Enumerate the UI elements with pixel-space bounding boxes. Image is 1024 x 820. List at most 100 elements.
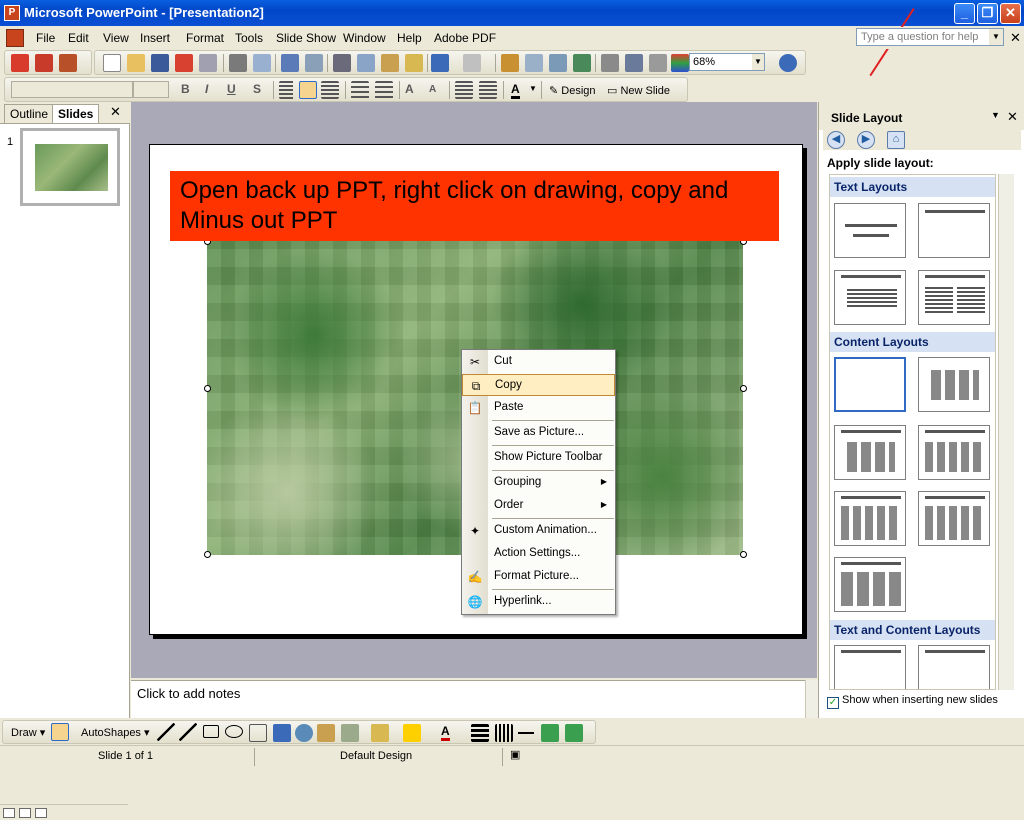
diagram-icon[interactable] [295,724,313,742]
print-preview-icon[interactable] [253,54,271,72]
close-icon[interactable]: ✕ [110,104,121,120]
layout-title-content-over-content[interactable] [834,491,906,546]
menu-item-grouping[interactable]: Grouping ▶ [462,472,615,494]
menu-edit[interactable]: Edit [68,31,89,45]
layout-title-two-content[interactable] [918,425,990,480]
menu-item-hyperlink[interactable]: 🌐 Hyperlink... [462,591,615,613]
bold-icon[interactable]: B [181,82,190,96]
redo-icon[interactable] [463,54,481,72]
resize-handle-mr[interactable] [740,385,747,392]
slide-title-box[interactable]: Open back up PPT, right click on drawing… [170,171,779,241]
new-slide-button[interactable]: ▭ New Slide [607,84,670,97]
menu-item-order[interactable]: Order ▶ [462,495,615,517]
spelling-icon[interactable] [281,54,299,72]
numbering-icon[interactable] [351,81,369,99]
pdf-review-icon[interactable] [59,54,77,72]
layout-title-content[interactable] [834,425,906,480]
design-button[interactable]: ✎ Design [549,84,596,97]
layout-content[interactable] [918,357,990,412]
menu-adobe-pdf[interactable]: Adobe PDF [434,31,496,45]
tab-slides[interactable]: Slides [52,104,100,123]
menu-file[interactable]: File [36,31,55,45]
menu-view[interactable]: View [103,31,129,45]
bullets-icon[interactable] [375,81,393,99]
restore-button[interactable]: ❐ [977,3,998,24]
close-document-icon[interactable]: ✕ [1010,30,1021,46]
layout-title-text[interactable] [834,270,906,325]
font-size-select[interactable] [133,81,169,98]
menu-item-format-picture[interactable]: ✍ Format Picture... [462,566,615,588]
print-icon[interactable] [229,54,247,72]
tables-borders-icon[interactable] [549,54,567,72]
tab-outline[interactable]: Outline [4,104,55,123]
oval-icon[interactable] [225,725,243,738]
save-icon[interactable] [151,54,169,72]
layout-title-four-content[interactable] [834,557,906,612]
show-grid-icon[interactable] [649,54,667,72]
insert-chart-icon[interactable] [501,54,519,72]
font-name-select[interactable] [11,81,133,98]
help-icon[interactable] [779,54,797,72]
back-arrow-icon[interactable]: ◀ [827,131,845,149]
new-document-icon[interactable] [103,54,121,72]
dash-style-icon[interactable] [495,724,513,742]
menu-item-action-settings[interactable]: Action Settings... [462,543,615,565]
slide-thumbnail[interactable] [20,128,120,206]
increase-font-size-icon[interactable]: A [405,82,414,96]
decrease-indent-icon[interactable] [455,81,473,99]
menu-item-copy[interactable]: ⧉ Copy [462,374,615,396]
minimize-button[interactable]: _ [954,3,975,24]
expand-all-icon[interactable] [601,54,619,72]
shadow-style-icon[interactable] [541,724,559,742]
menu-window[interactable]: Window [343,31,386,45]
menu-slide-show[interactable]: Slide Show [276,31,336,45]
clip-art-icon[interactable] [317,724,335,742]
menu-format[interactable]: Format [186,31,224,45]
increase-indent-icon[interactable] [479,81,497,99]
line-style-icon[interactable] [471,724,489,742]
resize-handle-br[interactable] [740,551,747,558]
chevron-down-icon[interactable]: ▼ [989,29,1003,45]
show-when-inserting-checkbox[interactable]: ✓ Show when inserting new slides [827,694,998,709]
zoom-select[interactable]: 68% ▼ [689,53,765,71]
menu-item-save-as-picture[interactable]: Save as Picture... [462,422,615,444]
resize-handle-bl[interactable] [204,551,211,558]
layout-title-two-content-over[interactable] [918,491,990,546]
home-icon[interactable]: ⌂ [887,131,905,149]
wordart-icon[interactable] [273,724,291,742]
font-color-icon[interactable]: A [511,82,520,99]
chevron-down-icon[interactable]: ▼ [752,54,764,70]
layout-title-text-content[interactable] [834,645,906,689]
text-box-icon[interactable] [249,724,267,742]
notes-scrollbar[interactable] [805,680,819,718]
align-right-icon[interactable] [321,81,339,99]
slide-show-view-icon[interactable] [35,808,47,818]
underline-icon[interactable]: U [227,82,236,96]
decrease-font-size-icon[interactable]: A [429,84,436,95]
forward-arrow-icon[interactable]: ▶ [857,131,875,149]
notes-pane[interactable]: Click to add notes [131,680,805,718]
italic-icon[interactable]: I [205,82,208,96]
rectangle-icon[interactable] [203,725,219,738]
autoshapes-menu-button[interactable]: AutoShapes ▾ [81,726,150,739]
layout-title-slide[interactable] [834,203,906,258]
email-icon[interactable] [199,54,217,72]
close-icon[interactable]: ✕ [1007,109,1018,125]
spelling-status-icon[interactable]: ▣ [510,748,520,761]
menu-insert[interactable]: Insert [140,31,170,45]
layout-title-only[interactable] [918,203,990,258]
paste-icon[interactable] [381,54,399,72]
font-color-icon[interactable]: A [441,724,450,741]
research-icon[interactable] [305,54,323,72]
open-folder-icon[interactable] [127,54,145,72]
menu-help[interactable]: Help [397,31,422,45]
document-icon[interactable] [6,29,24,47]
color-grayscale-icon[interactable] [671,54,689,72]
align-center-icon[interactable] [299,81,317,99]
chevron-down-icon[interactable]: ▼ [529,84,537,93]
format-painter-icon[interactable] [405,54,423,72]
insert-hyperlink-icon[interactable] [573,54,591,72]
layout-gallery-scrollbar[interactable] [998,174,1014,690]
align-left-icon[interactable] [279,81,297,99]
help-question-input[interactable]: Type a question for help ▼ [856,28,1004,46]
